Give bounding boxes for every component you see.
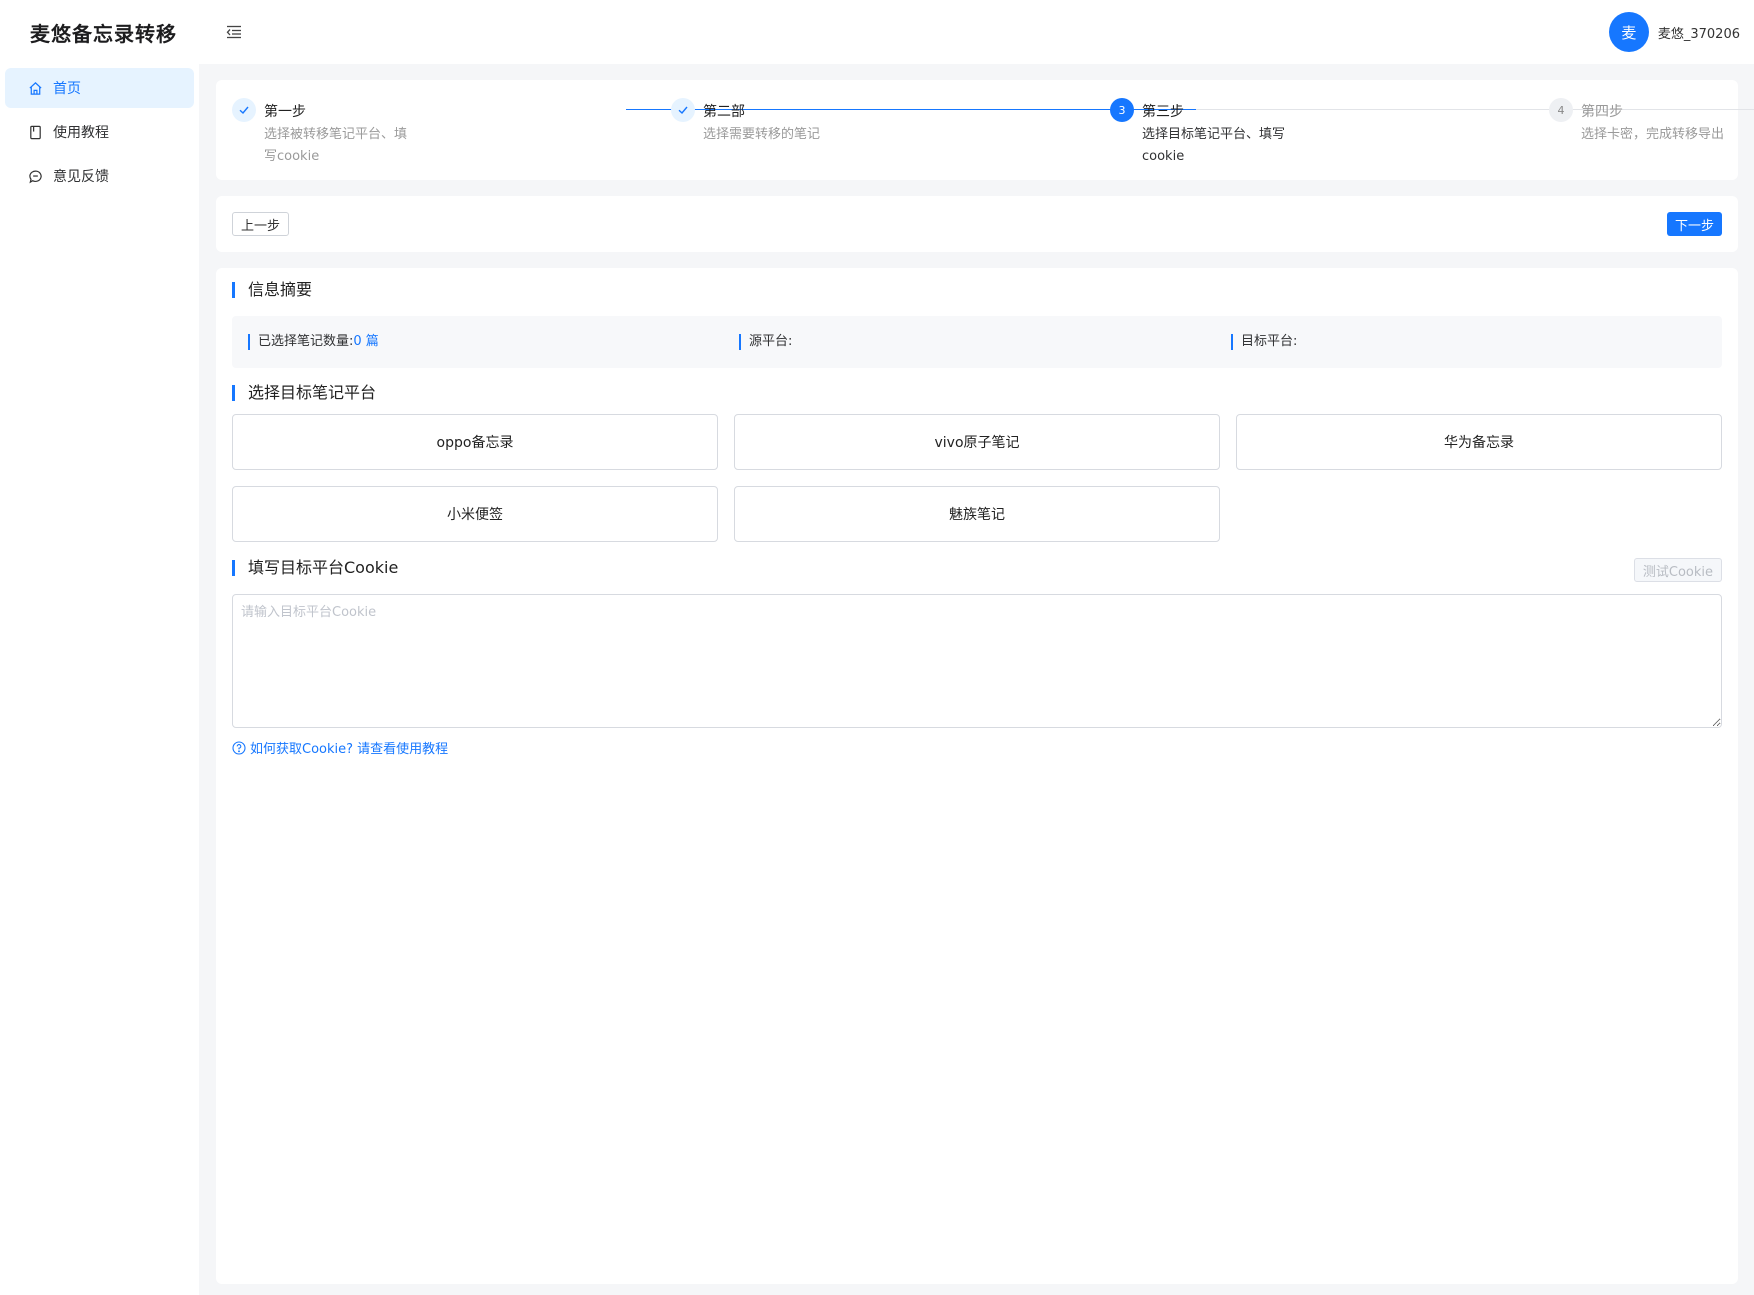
content-panel: 信息摘要 已选择笔记数量:0 篇 源平台: 目标平台: 选择目标笔记平台 opp… bbox=[216, 268, 1738, 1284]
cookie-help-link[interactable]: 如何获取Cookie? 请查看使用教程 bbox=[232, 738, 448, 757]
source-platform-item: 源平台: bbox=[739, 333, 792, 351]
step-desc: 选择卡密，完成转移导出 bbox=[1581, 127, 1725, 142]
platform-option-huawei[interactable]: 华为备忘录 bbox=[1236, 414, 1722, 470]
platform-option-oppo[interactable]: oppo备忘录 bbox=[232, 414, 718, 470]
sidebar-item-label: 意见反馈 bbox=[53, 169, 109, 185]
book-icon bbox=[30, 125, 41, 139]
step-number: 3 bbox=[1110, 98, 1134, 122]
main-content: 第一步 选择被转移笔记平台、填写cookie 第二部 选择需要转移的笔记 3 第… bbox=[216, 80, 1754, 1284]
sidebar-item-label: 首页 bbox=[53, 81, 81, 97]
selected-count-value: 0 篇 bbox=[353, 334, 379, 349]
test-cookie-button[interactable]: 测试Cookie bbox=[1633, 558, 1722, 582]
target-platform-title: 选择目标笔记平台 bbox=[232, 383, 376, 403]
home-icon bbox=[29, 81, 42, 95]
step-title: 第四步 bbox=[1581, 104, 1623, 120]
step-actions: 上一步 下一步 bbox=[216, 196, 1738, 252]
check-icon bbox=[671, 98, 695, 122]
next-step-button[interactable]: 下一步 bbox=[1666, 212, 1722, 236]
summary-box: 已选择笔记数量:0 篇 源平台: 目标平台: bbox=[232, 316, 1722, 368]
sidebar-item-feedback[interactable]: 意见反馈 bbox=[5, 156, 194, 196]
check-icon bbox=[232, 98, 256, 122]
sidebar-item-label: 使用教程 bbox=[53, 125, 109, 141]
step-number: 4 bbox=[1549, 98, 1573, 122]
step-title: 第二部 bbox=[703, 104, 745, 120]
help-link-text[interactable]: 如何获取Cookie? 请查看使用教程 bbox=[250, 738, 448, 757]
selected-count-label: 已选择笔记数量: bbox=[258, 334, 354, 349]
step-connector bbox=[1196, 109, 1754, 110]
app-title: 麦悠备忘录转移 bbox=[30, 21, 177, 46]
prev-step-button[interactable]: 上一步 bbox=[232, 212, 290, 236]
steps-panel: 第一步 选择被转移笔记平台、填写cookie 第二部 选择需要转移的笔记 3 第… bbox=[216, 80, 1754, 180]
avatar[interactable]: 麦 bbox=[1608, 12, 1649, 52]
step-desc: 选择需要转移的笔记 bbox=[703, 127, 821, 142]
chat-icon bbox=[29, 170, 42, 183]
step-desc: 选择被转移笔记平台、填写cookie bbox=[264, 127, 408, 164]
user-menu[interactable]: 麦 麦悠_370206 bbox=[1608, 12, 1740, 52]
cookie-input[interactable] bbox=[232, 594, 1722, 728]
step-desc: 选择目标笔记平台、填写cookie bbox=[1142, 127, 1286, 164]
sidebar-item-home[interactable]: 首页 bbox=[5, 68, 194, 108]
sidebar: 首页 使用教程 意见反馈 bbox=[0, 64, 199, 1295]
question-circle-icon bbox=[232, 740, 246, 755]
step-title: 第一步 bbox=[264, 104, 306, 120]
username[interactable]: 麦悠_370206 bbox=[1658, 23, 1740, 42]
collapse-menu-icon[interactable] bbox=[222, 20, 246, 44]
step-title: 第三步 bbox=[1142, 104, 1184, 120]
platform-option-xiaomi[interactable]: 小米便签 bbox=[232, 486, 718, 542]
target-platform-item: 目标平台: bbox=[1231, 333, 1297, 351]
target-platform-label: 目标平台: bbox=[1241, 334, 1298, 349]
cookie-section-title: 填写目标平台Cookie bbox=[232, 558, 398, 578]
source-platform-label: 源平台: bbox=[749, 334, 793, 349]
platform-option-meizu[interactable]: 魅族笔记 bbox=[734, 486, 1220, 542]
top-bar: 麦悠备忘录转移 麦 麦悠_370206 bbox=[0, 0, 1754, 64]
platform-option-vivo[interactable]: vivo原子笔记 bbox=[734, 414, 1220, 470]
selected-count-item: 已选择笔记数量:0 篇 bbox=[248, 333, 379, 351]
sidebar-item-tutorial[interactable]: 使用教程 bbox=[5, 112, 194, 152]
summary-title: 信息摘要 bbox=[232, 280, 312, 300]
